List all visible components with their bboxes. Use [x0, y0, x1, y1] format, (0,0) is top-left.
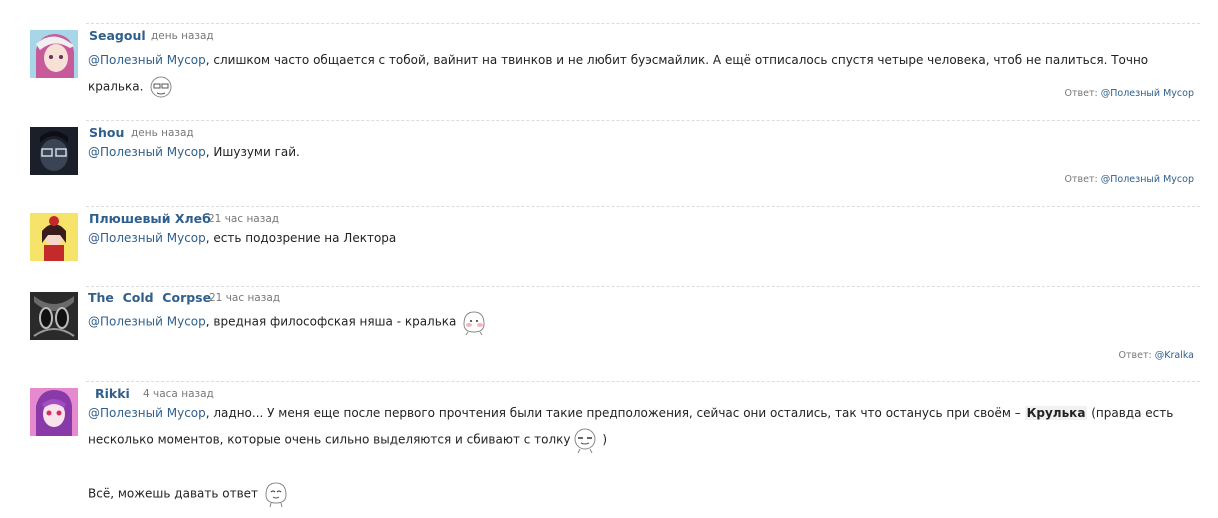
comment-body: , ладно... У меня еще после первого проч…	[205, 406, 1021, 420]
user-avatar-icon[interactable]	[30, 213, 78, 261]
mention-link[interactable]: @Полезный Мусор	[88, 231, 206, 245]
comment-body: )	[598, 432, 608, 447]
comment-author[interactable]: The Cold Corpse	[88, 290, 211, 305]
comment-text: @Полезный Мусор, слишком часто общается …	[88, 47, 1198, 101]
comment-text: @Полезный Мусор, Ишузуми гай.	[88, 139, 1198, 165]
mention-link[interactable]: @Полезный Мусор	[88, 315, 206, 329]
comment-author[interactable]: Rikki	[95, 386, 130, 401]
comment-text: @Полезный Мусор, вредная философская няш…	[88, 308, 1198, 336]
reply-info: Ответ: @Полезный Мусор	[1065, 88, 1194, 99]
comment-timestamp: день назад	[151, 30, 214, 42]
comment-separator	[86, 286, 1200, 287]
comment-author[interactable]: Shou	[89, 125, 124, 140]
comment-separator	[86, 206, 1200, 207]
comment-separator	[86, 120, 1200, 121]
mention-link[interactable]: @Полезный Мусор	[88, 53, 206, 67]
smiley-face-icon	[460, 308, 488, 336]
user-avatar-icon[interactable]	[30, 388, 78, 436]
highlighted-answer: Крулька	[1024, 406, 1088, 420]
comment-text: @Полезный Мусор, ладно... У меня еще пос…	[88, 400, 1198, 454]
reply-info: Ответ: @Полезный Мусор	[1065, 174, 1194, 185]
smiley-face-icon	[147, 73, 175, 101]
comment-body: , есть подозрение на Лектора	[205, 231, 397, 245]
mention-link[interactable]: @Полезный Мусор	[88, 145, 206, 159]
comment-text: @Полезный Мусор, есть подозрение на Лект…	[88, 225, 1198, 251]
comment-timestamp: 21 час назад	[209, 292, 281, 304]
comment-body: Всё, можешь давать ответ	[88, 486, 259, 501]
user-avatar-icon[interactable]	[30, 127, 78, 175]
reply-info: Ответ: @Kralka	[1119, 350, 1195, 361]
smiley-face-icon	[571, 426, 599, 454]
reply-label: Ответ:	[1064, 174, 1098, 185]
comment-author[interactable]: Seagoul	[89, 28, 146, 43]
reply-to-link[interactable]: @Kralka	[1155, 350, 1194, 361]
comment-author[interactable]: Плюшевый Хлеб	[89, 211, 211, 226]
user-avatar-icon[interactable]	[30, 30, 78, 78]
comment-text: Всё, можешь давать ответ	[88, 480, 1198, 508]
comment-timestamp: 4 часа назад	[143, 388, 214, 400]
comment-body: , Ишузуми гай.	[205, 145, 300, 159]
comment-separator	[86, 381, 1200, 382]
user-avatar-icon[interactable]	[30, 292, 78, 340]
reply-to-link[interactable]: @Полезный Мусор	[1101, 174, 1194, 185]
mention-link[interactable]: @Полезный Мусор	[88, 406, 206, 420]
comment-body: , слишком часто общается с тобой, вайнит…	[88, 53, 1149, 94]
comment-timestamp: 21 час назад	[208, 213, 280, 225]
reply-to-link[interactable]: @Полезный Мусор	[1101, 88, 1194, 99]
comment-item: Seagoul день назад @Полезный Мусор, слиш…	[0, 0, 1218, 120]
comment-body: , вредная философская няша - кралька	[205, 314, 457, 329]
reply-label: Ответ:	[1064, 88, 1098, 99]
comment-timestamp: день назад	[131, 127, 194, 139]
smiley-face-icon	[262, 480, 290, 508]
reply-label: Ответ:	[1118, 350, 1152, 361]
